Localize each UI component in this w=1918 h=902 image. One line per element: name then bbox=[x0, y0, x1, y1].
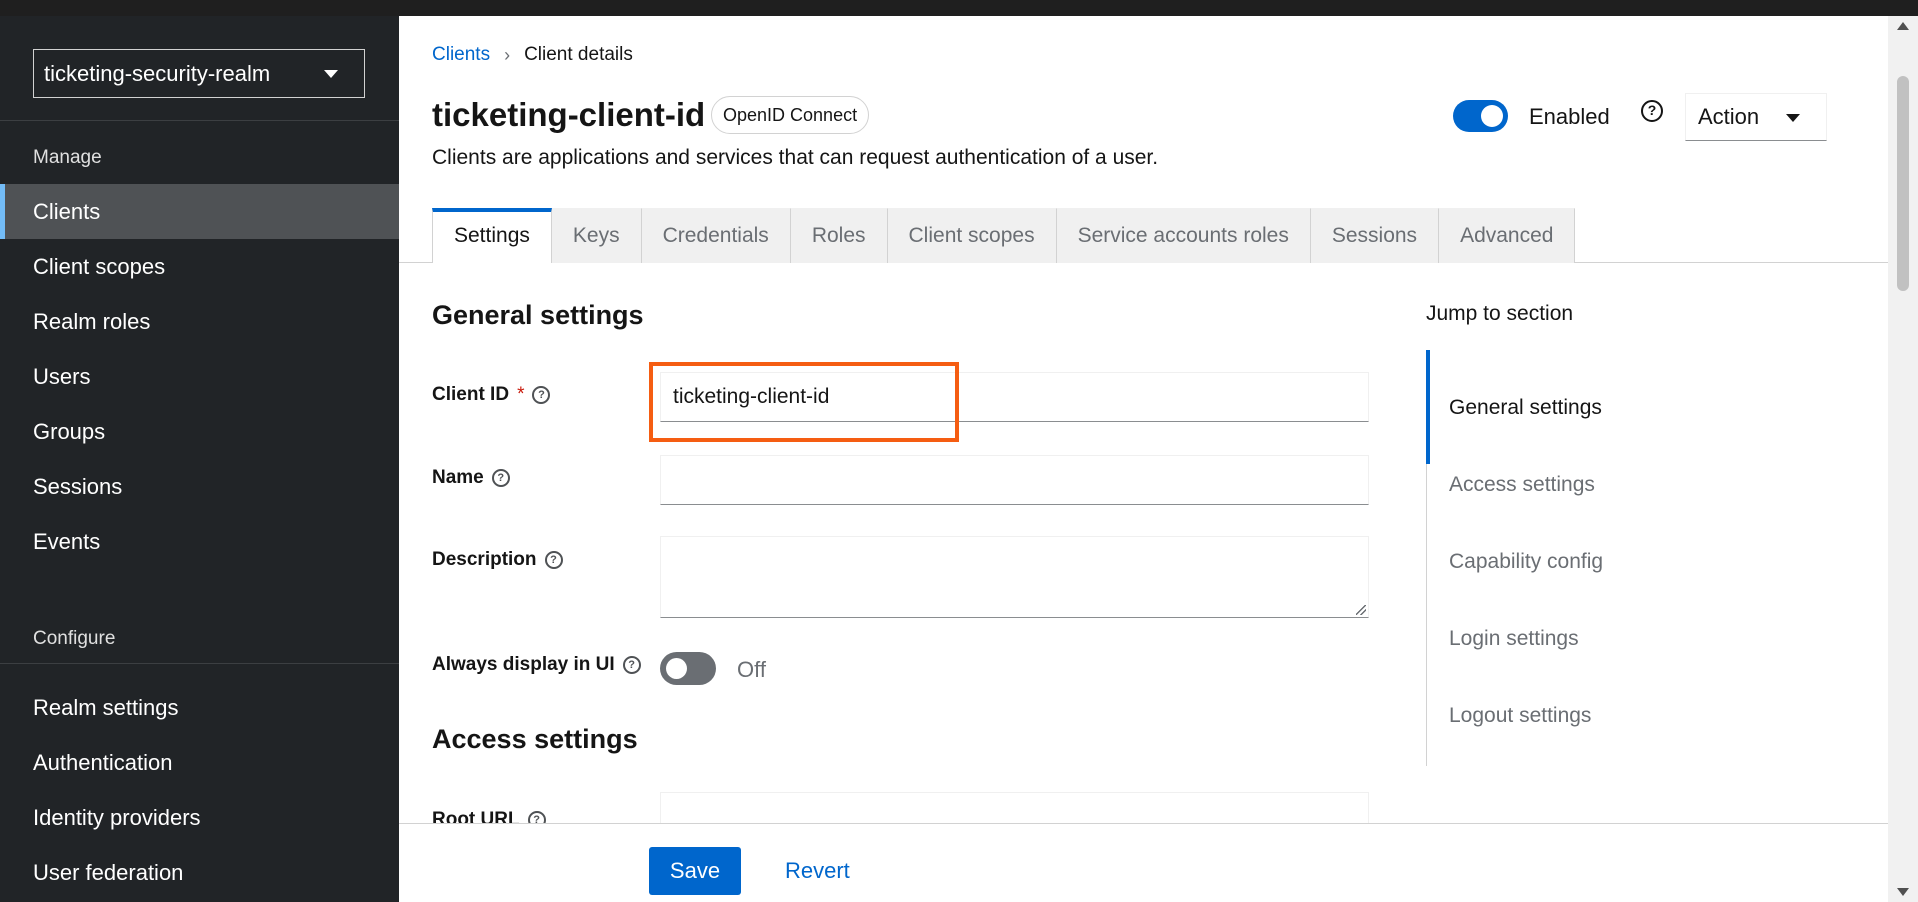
label-text: Description bbox=[432, 549, 537, 570]
resize-grip-icon[interactable] bbox=[1356, 605, 1366, 615]
sidebar: ticketing-security-realm Manage Clients … bbox=[0, 16, 399, 902]
sidebar-heading-configure: Configure bbox=[33, 628, 116, 649]
browser-top-bar bbox=[0, 0, 1918, 16]
breadcrumb-current: Client details bbox=[524, 44, 633, 65]
required-marker: * bbox=[517, 384, 525, 405]
sidebar-item-label: Groups bbox=[33, 418, 106, 444]
enabled-label: Enabled bbox=[1529, 104, 1610, 129]
sidebar-item-authentication[interactable]: Authentication bbox=[0, 735, 399, 790]
sidebar-divider bbox=[0, 663, 399, 664]
revert-button[interactable]: Revert bbox=[785, 847, 850, 895]
jump-to-section-title: Jump to section bbox=[1426, 302, 1574, 325]
sidebar-item-groups[interactable]: Groups bbox=[0, 404, 399, 459]
sidebar-item-label: Realm roles bbox=[33, 308, 151, 334]
scroll-up-icon[interactable] bbox=[1897, 22, 1909, 30]
jump-item-capability-config[interactable]: Capability config bbox=[1449, 550, 1603, 574]
help-icon[interactable]: ? bbox=[532, 386, 551, 404]
name-label: Name ? bbox=[432, 467, 510, 489]
main-content: Clients › Client details ticketing-clien… bbox=[399, 16, 1888, 902]
action-dropdown-label: Action bbox=[1698, 104, 1760, 129]
enabled-toggle[interactable] bbox=[1453, 100, 1508, 132]
description-label: Description ? bbox=[432, 549, 563, 571]
action-dropdown[interactable]: Action bbox=[1685, 93, 1827, 141]
sidebar-item-realm-settings[interactable]: Realm settings bbox=[0, 680, 399, 735]
jump-item-logout-settings[interactable]: Logout settings bbox=[1449, 704, 1591, 728]
save-button[interactable]: Save bbox=[649, 847, 741, 895]
sidebar-heading-manage: Manage bbox=[33, 147, 102, 168]
sidebar-item-label: Authentication bbox=[33, 749, 173, 775]
scrollbar-thumb[interactable] bbox=[1897, 76, 1909, 291]
sidebar-item-label: Realm settings bbox=[33, 694, 179, 720]
tab-keys[interactable]: Keys bbox=[551, 208, 642, 263]
label-text: Name bbox=[432, 467, 484, 488]
toggle-knob bbox=[666, 658, 687, 679]
client-id-label: Client ID * ? bbox=[432, 384, 551, 406]
sidebar-item-events[interactable]: Events bbox=[0, 514, 399, 569]
sidebar-item-identity-providers[interactable]: Identity providers bbox=[0, 790, 399, 845]
sidebar-item-label: Events bbox=[33, 528, 101, 554]
sidebar-item-label: Users bbox=[33, 363, 91, 389]
page-scrollbar[interactable] bbox=[1888, 16, 1918, 902]
always-display-toggle[interactable] bbox=[660, 652, 716, 685]
jump-active-indicator bbox=[1426, 350, 1430, 464]
help-icon[interactable]: ? bbox=[544, 551, 563, 569]
name-input[interactable] bbox=[660, 455, 1369, 505]
label-text: Client ID bbox=[432, 384, 510, 405]
help-icon[interactable]: ? bbox=[622, 656, 641, 674]
caret-down-icon bbox=[324, 70, 338, 78]
breadcrumb-link-clients[interactable]: Clients bbox=[432, 44, 490, 66]
tab-advanced[interactable]: Advanced bbox=[1439, 208, 1576, 263]
jump-item-access-settings[interactable]: Access settings bbox=[1449, 473, 1595, 497]
tab-sessions[interactable]: Sessions bbox=[1310, 208, 1440, 263]
tab-service-accounts-roles[interactable]: Service accounts roles bbox=[1056, 208, 1311, 263]
realm-selector-label: ticketing-security-realm bbox=[44, 60, 271, 86]
page-title: ticketing-client-id bbox=[432, 96, 706, 133]
sidebar-item-client-scopes[interactable]: Client scopes bbox=[0, 239, 399, 294]
jump-to-section-nav: General settings Access settings Capabil… bbox=[1426, 350, 1726, 766]
sidebar-item-realm-roles[interactable]: Realm roles bbox=[0, 294, 399, 349]
realm-selector[interactable]: ticketing-security-realm bbox=[33, 49, 365, 98]
page-subtitle: Clients are applications and services th… bbox=[432, 146, 1159, 169]
sidebar-item-sessions[interactable]: Sessions bbox=[0, 459, 399, 514]
section-title-access-settings: Access settings bbox=[432, 724, 638, 754]
scroll-down-icon[interactable] bbox=[1897, 888, 1909, 896]
toggle-knob bbox=[1481, 105, 1503, 127]
sidebar-item-user-federation[interactable]: User federation bbox=[0, 845, 399, 900]
tab-client-scopes[interactable]: Client scopes bbox=[887, 208, 1057, 263]
always-display-state: Off bbox=[737, 657, 766, 682]
sidebar-divider bbox=[0, 120, 399, 121]
help-icon[interactable]: ? bbox=[491, 469, 510, 487]
jump-item-general-settings[interactable]: General settings bbox=[1449, 396, 1602, 420]
section-title-general-settings: General settings bbox=[432, 300, 644, 330]
always-display-label: Always display in UI ? bbox=[432, 654, 641, 676]
protocol-badge: OpenID Connect bbox=[711, 96, 870, 134]
tab-settings[interactable]: Settings bbox=[432, 208, 552, 263]
sidebar-item-label: Clients bbox=[33, 198, 101, 224]
sidebar-item-label: Identity providers bbox=[33, 804, 201, 830]
jump-item-login-settings[interactable]: Login settings bbox=[1449, 627, 1579, 651]
sidebar-item-label: Sessions bbox=[33, 473, 123, 499]
caret-down-icon bbox=[1786, 114, 1800, 122]
help-icon[interactable]: ? bbox=[1641, 100, 1663, 122]
chevron-right-icon: › bbox=[504, 44, 511, 65]
sidebar-item-clients[interactable]: Clients bbox=[0, 184, 399, 239]
tab-bar: Settings Keys Credentials Roles Client s… bbox=[432, 208, 1576, 263]
description-textarea[interactable] bbox=[660, 536, 1369, 618]
tab-credentials[interactable]: Credentials bbox=[641, 208, 791, 263]
sidebar-item-label: User federation bbox=[33, 859, 184, 885]
form-footer: Save Revert bbox=[399, 823, 1888, 902]
sidebar-item-users[interactable]: Users bbox=[0, 349, 399, 404]
highlight-annotation-box bbox=[649, 362, 959, 442]
tab-roles[interactable]: Roles bbox=[790, 208, 888, 263]
breadcrumb: Clients › Client details bbox=[432, 44, 633, 66]
sidebar-item-label: Client scopes bbox=[33, 253, 166, 279]
label-text: Always display in UI bbox=[432, 654, 615, 675]
